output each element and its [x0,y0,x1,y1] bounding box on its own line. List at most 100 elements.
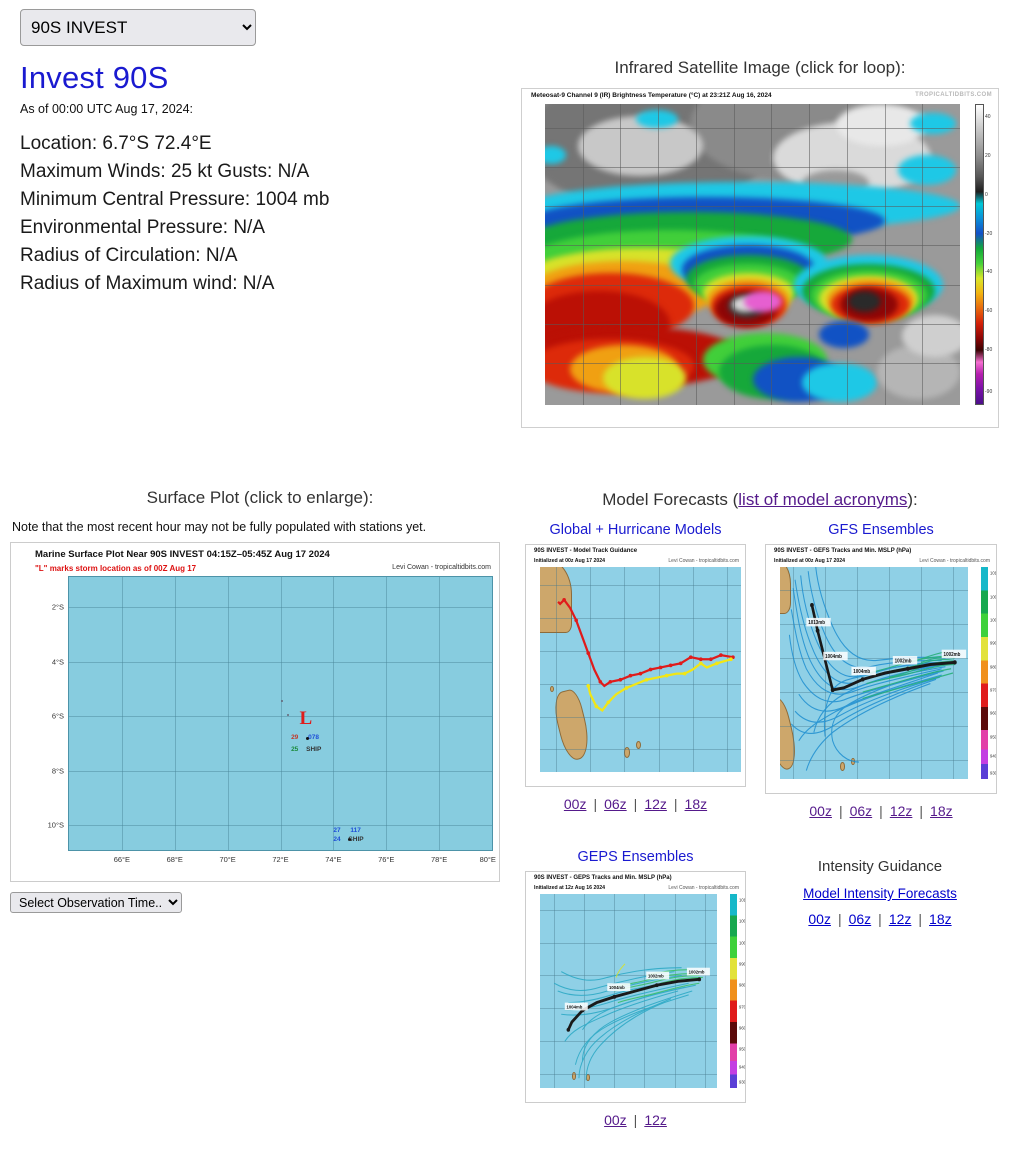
surface-xtick: 68°E [166,855,183,864]
station-dewpoint: 25 [291,746,299,754]
surface-ytick: 10°S [47,820,64,830]
time-link-12z[interactable]: 12z [889,911,912,927]
station-temp: 29 [291,733,299,741]
low-pressure-marker: L [299,708,313,730]
satellite-image[interactable]: Meteosat-9 Channel 9 (IR) Brightness Tem… [521,88,999,428]
link-separator: | [837,911,842,927]
svg-text:1002mb: 1002mb [895,658,912,664]
model-forecasts-label-post: ): [907,490,918,509]
model-acronyms-link[interactable]: list of model acronyms [738,490,907,509]
cbar-label: 980 [990,664,997,670]
page-title: Invest 90S [20,60,169,95]
stat-min-pressure: Minimum Central Pressure: 1004 mb [20,189,330,210]
stat-env-pressure: Environmental Pressure: N/A [20,217,265,238]
fig-credit: Levi Cowan - tropicaltidbits.com [668,558,739,564]
fig-init: Initialized at 12z Aug 16 2024 [534,885,606,891]
time-link-12z[interactable]: 12z [644,1112,667,1128]
surface-xtick: 70°E [219,855,236,864]
time-link-18z[interactable]: 18z [930,803,953,819]
time-link-12z[interactable]: 12z [644,796,667,812]
time-link-00z[interactable]: 00z [564,796,587,812]
observation-time-select[interactable]: Select Observation Time... [10,892,182,913]
fig-title: 90S INVEST - Model Track Guidance [534,548,638,554]
link-separator: | [879,803,883,819]
time-link-06z[interactable]: 06z [849,911,872,927]
intensity-guidance-section: Intensity Guidance Model Intensity Forec… [760,858,1000,927]
storm-selector-wrap: 90S INVEST [20,9,256,46]
ensemble-track-spaghetti: 1002mb 1002mb 1004mb 1004mb [553,963,710,1081]
time-link-12z[interactable]: 12z [890,803,913,819]
surface-xtick: 76°E [378,855,395,864]
cbar-label: 970 [739,1004,746,1010]
panel-title: GFS Ensembles [828,522,934,538]
map-canvas: 5°S 10°S 15°S 20°S 25°S 30°S 45°E 50°E 5… [780,567,968,779]
surface-ytick: 6°S [51,711,64,721]
cbar-label: 980 [739,982,746,988]
cbar-label: 1000 [990,617,997,623]
time-link-18z[interactable]: 18z [929,911,952,927]
link-separator: | [673,796,678,812]
station-temp: 27 [333,826,341,834]
station-plot-1-dew: 25 SHIP [291,746,321,753]
geps-tracks-image[interactable]: 90S INVEST - GEPS Tracks and Min. MSLP (… [525,871,746,1103]
cbar-label: 1005 [990,594,997,600]
model-forecasts-label: Model Forecasts ( [602,490,739,509]
sat-cbar-label: -60 [985,308,993,315]
satellite-credit: TROPICALTIDBITS.COM [915,92,992,98]
geps-time-links: 00z | 12z [525,1112,746,1128]
intensity-time-links: 00z | 06z | 12z | 18z [760,911,1000,927]
mslp-colorbar: 1010 1005 1000 990 980 970 960 950 940 9… [730,894,745,1088]
storm-select[interactable]: 90S INVEST [20,9,256,46]
cbar-label: 940 [739,1064,746,1070]
cbar-label: 970 [990,687,997,693]
satellite-heading: Infrared Satellite Image (click for loop… [614,58,906,77]
surface-credit: Levi Cowan - tropicaltidbits.com [392,564,491,571]
link-separator: | [838,803,843,819]
fig-credit: Levi Cowan - tropicaltidbits.com [668,885,739,891]
svg-text:1002mb: 1002mb [648,973,664,978]
time-link-06z[interactable]: 06z [604,796,627,812]
surface-note: Note that the most recent hour may not b… [12,520,427,534]
station-plot-2-dew: 24 SHIP [333,836,363,843]
station-label: SHIP [306,746,322,754]
svg-text:1004mb: 1004mb [853,669,870,675]
fig-title: 90S INVEST - GEFS Tracks and Min. MSLP (… [774,548,912,554]
surface-xtick: 66°E [113,855,131,864]
as-of-timestamp: As of 00:00 UTC Aug 17, 2024: [20,102,194,116]
panel-title: Global + Hurricane Models [549,522,722,538]
sat-cbar-label: 0 [985,191,988,198]
surface-ytick: 2°S [51,602,64,612]
link-separator: | [919,803,924,819]
surface-xtick: 80°E [479,855,496,864]
model-track-guidance-image[interactable]: 90S INVEST - Model Track Guidance Initia… [525,544,746,787]
stat-max-winds: Maximum Winds: 25 kt Gusts: N/A [20,161,310,182]
station-plot-2: 27 117 [333,827,361,834]
time-link-00z[interactable]: 00z [808,911,831,927]
station-label: SHIP [348,836,364,844]
time-link-06z[interactable]: 06z [850,803,873,819]
fig-init: Initialized at 00z Aug 17 2024 [774,558,846,564]
cbar-label: 950 [990,734,997,740]
stat-location: Location: 6.7°S 72.4°E [20,133,212,154]
mslp-colorbar: 1010 1005 1000 990 980 970 960 950 940 9… [981,567,996,779]
satellite-canvas: 3°S 4°S 5°S 6°S 7°S 8°S 9°S 10°S 67°E 68… [545,104,960,405]
model-intensity-forecasts-link[interactable]: Model Intensity Forecasts [803,886,957,901]
cbar-label: 1010 [739,897,746,903]
ensemble-track-spaghetti: 1002mb 1002mb 1004mb 1004mb 1013mb [788,567,967,771]
panel-title: GEPS Ensembles [577,849,694,865]
surface-plot-image[interactable]: Marine Surface Plot Near 90S INVEST 04:1… [10,542,500,882]
time-link-00z[interactable]: 00z [604,1112,627,1128]
surface-heading: Surface Plot (click to enlarge): [146,488,374,507]
station-pressure: 117 [350,826,361,834]
time-link-00z[interactable]: 00z [809,803,832,819]
panel-geps-ensembles: GEPS Ensembles 90S INVEST - GEPS Tracks … [525,849,746,1128]
gefs-tracks-image[interactable]: 90S INVEST - GEFS Tracks and Min. MSLP (… [765,544,997,794]
satellite-fig-title: Meteosat-9 Channel 9 (IR) Brightness Tem… [531,92,772,99]
svg-text:1004mb: 1004mb [609,985,625,990]
sat-cbar-label: -90 [985,389,993,396]
time-link-18z[interactable]: 18z [685,796,708,812]
surface-fig-title: Marine Surface Plot Near 90S INVEST 04:1… [35,549,330,560]
satellite-colorbar: 40 20 0 -20 -40 -60 -80 -90 [975,104,992,405]
cbar-label: 930 [990,770,997,776]
map-canvas: 5°S 10°S 15°S 20°S 25°S 30°S 50°E 55°E 6… [540,894,717,1088]
